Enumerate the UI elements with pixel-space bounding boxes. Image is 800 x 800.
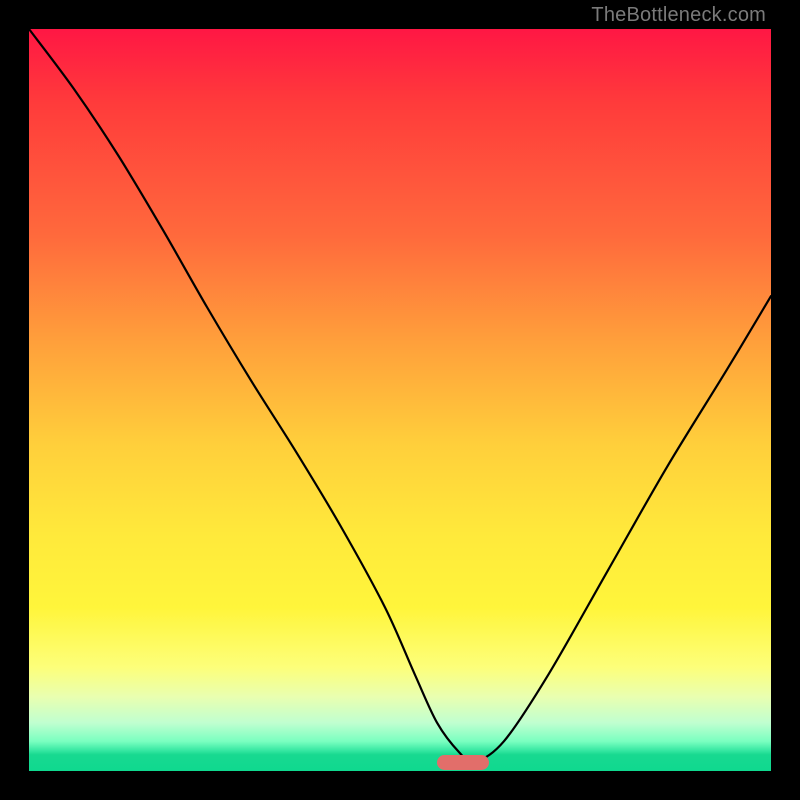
chart-svg [29,29,771,771]
plot-frame [29,29,771,771]
minimum-marker [437,755,489,770]
bottleneck-curve-line [29,29,771,762]
watermark-text: TheBottleneck.com [591,4,766,27]
